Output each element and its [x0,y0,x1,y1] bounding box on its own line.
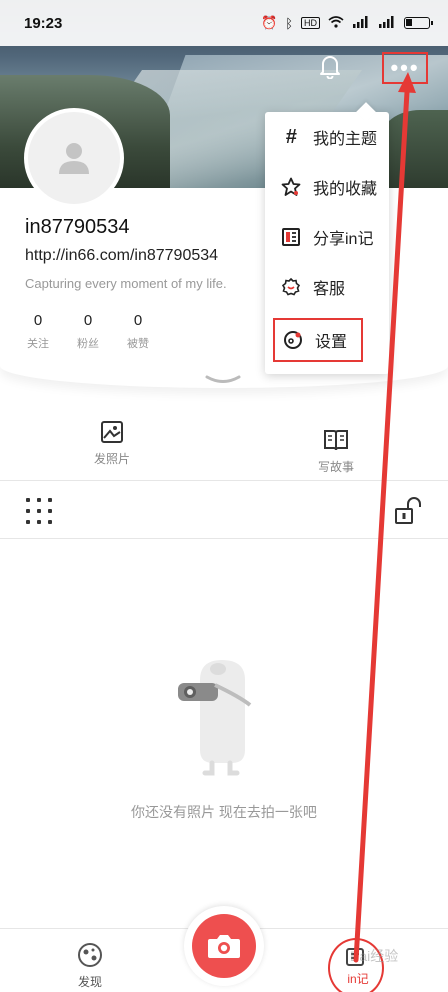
more-dots-icon: ••• [390,55,420,80]
menu-item-label: 设置 [315,334,348,351]
write-story-button[interactable]: 写故事 [296,428,376,475]
signal-icon [352,15,370,31]
menu-item-settings[interactable]: 设置 [273,318,363,362]
post-photo-button[interactable]: 发照片 [72,420,152,467]
hd-badge: HD [301,17,320,29]
book-icon [324,430,348,451]
more-menu: # 我的主题 我的收藏 分享in记 客服 设置 [265,112,389,374]
action-row: 发照片 写故事 [0,420,448,480]
settings-icon [283,330,303,350]
star-icon [281,177,301,197]
planet-icon [78,943,102,967]
grid-view-icon[interactable] [26,498,52,524]
empty-photos-illustration [178,660,252,776]
bluetooth-icon: ᛒ [285,15,293,31]
menu-item-label: 我的收藏 [313,181,378,198]
camera-button[interactable] [184,906,264,986]
menu-item-share[interactable]: 分享in记 [265,212,389,262]
photo-icon [101,421,123,443]
alarm-icon: ⏰ [261,15,278,30]
signal-icon-2 [378,15,396,31]
status-bar: 19:23 ⏰ ᛒ HD [0,0,448,46]
chevron-down-icon[interactable] [205,374,241,386]
menu-item-support[interactable]: 客服 [265,262,389,312]
stat-label: 关注 [27,338,49,350]
homepage-link[interactable]: http://in66.com/in87790534 [25,247,265,265]
status-time: 19:23 [24,14,63,32]
wifi-icon [328,15,344,31]
support-icon [281,277,301,297]
battery-icon [404,17,433,29]
bio: Capturing every moment of my life. [25,276,227,291]
bell-icon [318,53,342,84]
profile-stats: 0 关注 0 粉丝 0 被赞 [25,312,151,351]
stat-likes[interactable]: 0 被赞 [125,312,151,351]
header-actions: ••• [310,52,428,84]
menu-item-my-topics[interactable]: # 我的主题 [265,112,389,162]
menu-item-label: 分享in记 [313,231,374,248]
stat-label: 粉丝 [77,338,99,350]
nav-discover-label: 发现 [77,975,102,989]
divider [0,480,448,481]
avatar[interactable] [24,108,124,208]
stat-following[interactable]: 0 关注 [25,312,51,351]
menu-item-label: 客服 [313,281,346,298]
stat-value: 0 [133,312,143,329]
menu-item-label: 我的主题 [313,131,378,148]
menu-item-favorites[interactable]: 我的收藏 [265,162,389,212]
divider [0,538,448,539]
stat-label: 被赞 [127,338,149,350]
nav-discover[interactable]: 发现 [60,941,120,990]
empty-state-text: 你还没有照片 现在去拍一张吧 [131,804,317,820]
stat-value: 0 [33,312,43,329]
notification-button[interactable] [310,52,350,84]
camera-icon [208,935,240,958]
post-photo-label: 发照片 [93,452,130,466]
user-silhouette-icon [59,143,89,174]
username: in87790534 [25,216,130,238]
status-icons: ⏰ ᛒ HD [261,15,433,31]
more-button[interactable]: ••• [382,52,428,84]
watermark: Bai经验 [350,948,399,964]
write-story-label: 写故事 [317,460,354,474]
stat-value: 0 [83,312,93,329]
view-toolbar [0,486,448,538]
stat-followers[interactable]: 0 粉丝 [75,312,101,351]
share-icon [281,227,301,247]
unlock-icon[interactable] [394,496,422,526]
hashtag-icon: # [285,125,297,148]
